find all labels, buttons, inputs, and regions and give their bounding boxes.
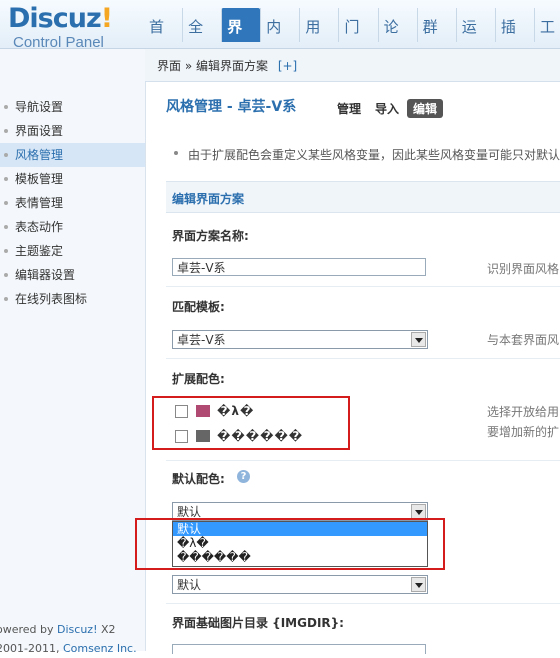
header: Discuz! Control Panel 首页 全局 界面 内容 用户 门户 … [0,0,560,74]
sidebar: 导航设置 界面设置 风格管理 模板管理 表情管理 表态动作 主题鉴定 编辑器设置… [0,49,146,655]
divider [166,286,560,287]
breadcrumb-path: 界面 » 编辑界面方案 [157,59,268,73]
nav-item-interface[interactable]: 界面 [221,8,261,74]
sidebar-menu: 导航设置 界面设置 风格管理 模板管理 表情管理 表态动作 主题鉴定 编辑器设置… [0,95,145,311]
template-select[interactable]: 卓芸-V系 [172,330,428,349]
nav-item-home[interactable]: 首页 [144,8,182,74]
sidebar-item-thread-stamps[interactable]: 主题鉴定 [0,239,145,263]
scheme-name-input[interactable]: 卓芸-V系 [172,258,426,276]
nav-item-forum[interactable]: 论坛 [377,8,417,74]
nav-item-plugins[interactable]: 插件 [494,8,534,74]
sidebar-item-template-management[interactable]: 模板管理 [0,167,145,191]
template-select-value: 卓芸-V系 [177,333,226,347]
highlight-box-ext-colors [152,396,350,450]
imgdir-label: 界面基础图片目录 {IMGDIR}: [172,616,344,630]
name-hint: 识别界面风格 [487,262,560,276]
default-color-select-value: 默认 [177,505,202,519]
section-title: 编辑界面方案 [172,192,245,206]
page-title: 风格管理 - 卓芸-V系 [166,99,297,115]
secondary-color-select-value: 默认 [177,578,202,592]
template-label: 匹配模板: [172,300,225,314]
secondary-color-select[interactable]: 默认 [172,575,428,594]
highlight-box-dropdown [135,518,445,570]
sidebar-item-editor-settings[interactable]: 编辑器设置 [0,263,145,287]
nav-item-portal[interactable]: 门户 [338,8,377,74]
tip-text: 由于扩展配色会重定义某些风格变量，因此某些风格变量可能只对默认 [173,146,560,163]
imgdir-input[interactable] [172,644,426,654]
ext-hint-line2: 要增加新的扩 [487,425,560,439]
sidebar-item-style-management[interactable]: 风格管理 [0,143,145,167]
divider [166,358,560,359]
breadcrumb-add-button[interactable]: [+] [278,59,297,73]
breadcrumb: 界面 » 编辑界面方案 [+] [157,57,297,74]
footer-discuz-link[interactable]: Discuz! [57,623,97,636]
name-label: 界面方案名称: [172,229,249,243]
page-tabs: 管理 导入 编辑 [331,99,445,118]
top-nav: 首页 全局 界面 内容 用户 门户 论坛 群组 运营 插件 工 [144,8,560,74]
sidebar-item-smiley-management[interactable]: 表情管理 [0,191,145,215]
footer-comsenz-link[interactable]: Comsenz Inc. [63,642,137,655]
ext-hint-line1: 选择开放给用 [487,405,560,419]
sidebar-item-interface-settings[interactable]: 界面设置 [0,119,145,143]
divider [166,460,560,461]
sidebar-item-online-icons[interactable]: 在线列表图标 [0,287,145,311]
sidebar-item-nav-settings[interactable]: 导航设置 [0,95,145,119]
ext-colors-label: 扩展配色: [172,372,225,386]
logo[interactable]: Discuz! Control Panel [8,3,113,52]
logo-text: Discuz! [8,3,113,34]
nav-item-global[interactable]: 全局 [182,8,221,74]
sidebar-item-actions[interactable]: 表态动作 [0,215,145,239]
tab-edit[interactable]: 编辑 [407,99,444,118]
footer-powered: owered by Discuz! X2 [0,623,116,636]
nav-item-tools[interactable]: 工 [533,8,560,42]
nav-item-groups[interactable]: 群组 [416,8,456,74]
template-hint: 与本套界面风 [487,333,560,347]
title-row: 风格管理 - 卓芸-V系 [166,96,296,120]
tab-manage[interactable]: 管理 [331,99,367,118]
chevron-down-icon[interactable] [411,332,426,347]
footer-copyright: 2001-2011, Comsenz Inc. [0,642,137,655]
default-color-label: 默认配色: [172,472,225,486]
divider [166,603,560,604]
nav-item-content[interactable]: 内容 [260,8,299,74]
tab-import[interactable]: 导入 [369,99,405,118]
breadcrumb-bar: 界面 » 编辑界面方案 [+] [145,49,560,82]
chevron-down-icon[interactable] [411,504,426,519]
section-header: 编辑界面方案 [166,181,560,213]
chevron-down-icon[interactable] [411,577,426,592]
footer: owered by Discuz! X2 2001-2011, Comsenz … [0,620,137,658]
nav-item-operations[interactable]: 运营 [455,8,495,74]
help-icon[interactable]: ? [237,470,250,483]
nav-item-users[interactable]: 用户 [299,8,338,74]
